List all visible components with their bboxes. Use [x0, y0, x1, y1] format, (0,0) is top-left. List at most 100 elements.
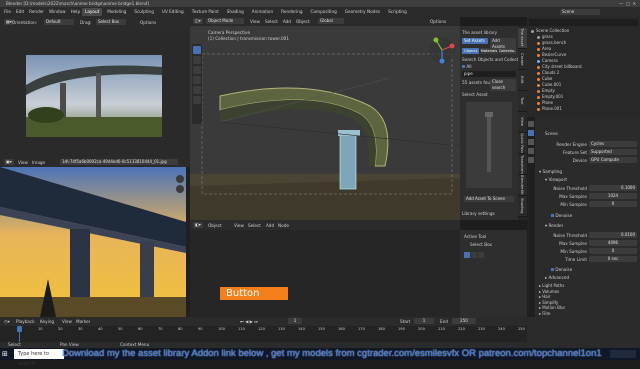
asset-tab-1[interactable]: Materials: [480, 48, 498, 54]
outliner-search-input[interactable]: [529, 19, 638, 26]
timeline-keying-menu[interactable]: Keying: [40, 319, 54, 324]
menu-window[interactable]: Window: [49, 9, 66, 15]
viewport-subsection[interactable]: ▾ Viewport: [545, 177, 567, 182]
asset-tab-2[interactable]: Collectio...: [498, 48, 516, 54]
node-editor-canvas[interactable]: [190, 230, 460, 317]
playback-controls[interactable]: ⏮ ◀ ▶ ⏭: [240, 319, 258, 324]
node-object-menu[interactable]: Object: [208, 223, 222, 228]
viewport-options[interactable]: Options: [430, 19, 446, 24]
window-controls[interactable]: — □ ✕: [619, 1, 636, 6]
time-limit-field[interactable]: 0 sec: [589, 256, 637, 262]
menu-file[interactable]: File: [4, 9, 11, 15]
workspace-tab-modeling[interactable]: Modeling: [104, 8, 129, 16]
left-select-box[interactable]: Select Box: [96, 19, 126, 25]
max-samples-field[interactable]: 1024: [589, 193, 637, 199]
render-engine-dropdown[interactable]: Cycles: [589, 141, 637, 147]
timeline-marker-menu[interactable]: Marker: [76, 319, 90, 324]
side-tab-1[interactable]: Create: [518, 49, 527, 70]
asset-preview-thumbnail[interactable]: [466, 102, 512, 188]
menu-help[interactable]: Help: [71, 9, 81, 15]
workspace-tab-animation[interactable]: Animation: [249, 8, 276, 16]
left-orientation-default[interactable]: Default: [44, 19, 74, 25]
outliner-item[interactable]: Plane.001: [531, 106, 638, 112]
sampling-section[interactable]: ▾ Sampling: [539, 169, 562, 174]
set-assets-button[interactable]: Set Assets: [462, 38, 488, 44]
viewport-menu-view[interactable]: View: [250, 19, 260, 24]
node-select-menu[interactable]: Select: [248, 223, 261, 228]
scene-selector[interactable]: Scene: [560, 9, 600, 15]
image-image-menu[interactable]: Image: [32, 160, 45, 165]
viewport-menu-object[interactable]: Object: [296, 19, 310, 24]
side-tab-3[interactable]: Tool: [518, 91, 527, 112]
workspace-tab-layout[interactable]: Layout: [82, 8, 103, 16]
3d-viewport[interactable]: Camera Perspective (1) Collection | tran…: [190, 26, 460, 220]
node-add-menu[interactable]: Add: [266, 223, 274, 228]
min-samples-field[interactable]: 0: [589, 201, 637, 207]
windows-start-icon[interactable]: ⊞: [2, 350, 10, 358]
device-dropdown[interactable]: GPU Compute: [589, 157, 637, 163]
cursor-tool-icon[interactable]: [193, 56, 201, 64]
side-tab-0[interactable]: The asset li..: [518, 28, 527, 49]
image-view-menu[interactable]: View: [18, 160, 28, 165]
render-min-samples-field[interactable]: 0: [589, 248, 637, 254]
node-editor-type[interactable]: ◧▾: [193, 222, 203, 228]
library-settings-label[interactable]: Library settings: [462, 211, 495, 216]
start-frame-field[interactable]: 1: [414, 318, 434, 324]
end-frame-field[interactable]: 250: [452, 318, 476, 324]
menu-render[interactable]: Render: [29, 9, 44, 15]
render-subsection[interactable]: ▾ Render: [545, 223, 563, 228]
side-tab-4[interactable]: View: [518, 112, 527, 133]
workspace-tab-rendering[interactable]: Rendering: [278, 8, 305, 16]
current-frame-field[interactable]: 1: [288, 318, 302, 324]
select-mode-icon[interactable]: [464, 252, 470, 258]
render-max-samples-field[interactable]: 4096: [589, 240, 637, 246]
noise-threshold-field[interactable]: 0.1000: [589, 185, 637, 191]
asset-all-checkbox[interactable]: All: [462, 64, 472, 69]
asset-tab-0[interactable]: Objects: [462, 48, 480, 54]
pan-hand-icon[interactable]: [176, 185, 184, 193]
render-tab-icon[interactable]: [528, 130, 534, 136]
viewport-editor-type[interactable]: ◫▾: [193, 18, 203, 24]
left-options[interactable]: Options: [140, 20, 156, 25]
taskbar-search[interactable]: Type here to search: [14, 349, 64, 367]
asset-search-input[interactable]: pipe: [462, 71, 516, 77]
active-tool-select-box[interactable]: Select Box: [470, 242, 492, 247]
navigation-gizmo-icon[interactable]: [428, 36, 456, 64]
extend-mode-icon[interactable]: [471, 252, 477, 258]
rotate-tool-icon[interactable]: [193, 76, 201, 84]
denoise-checkbox[interactable]: Denoise: [551, 213, 572, 218]
timeline-editor-type[interactable]: ◷▾: [4, 319, 10, 324]
advanced-subsection[interactable]: ▸ Advanced: [545, 275, 569, 280]
side-tab-8[interactable]: Shading: [518, 196, 527, 217]
zoom-icon[interactable]: [176, 175, 184, 183]
timeline-track[interactable]: 0102030405060708090100110120130140150160…: [0, 326, 527, 342]
transform-tool-icon[interactable]: [193, 96, 201, 104]
workspace-tab-geometry-nodes[interactable]: Geometry Nodes: [342, 8, 383, 16]
image-editor-type[interactable]: ▣▾: [4, 159, 14, 165]
overlay-button[interactable]: Button: [220, 287, 288, 300]
subtract-mode-icon[interactable]: [478, 252, 484, 258]
menu-edit[interactable]: Edit: [16, 9, 24, 15]
render-noise-threshold-field[interactable]: 0.0100: [589, 232, 637, 238]
timeline-playback-menu[interactable]: Playback: [16, 319, 35, 324]
tool-tab-icon[interactable]: [528, 121, 534, 127]
side-tab-5[interactable]: Quick Favo: [518, 133, 527, 154]
workspace-tab-shading[interactable]: Shading: [224, 8, 247, 16]
workspace-tab-scripting[interactable]: Scripting: [385, 8, 410, 16]
output-tab-icon[interactable]: [528, 139, 534, 145]
scene-tab-icon[interactable]: [528, 148, 534, 154]
side-tab-7[interactable]: BlenderKit: [518, 175, 527, 196]
node-view-menu[interactable]: View: [234, 223, 244, 228]
select-tool-icon[interactable]: [193, 46, 201, 54]
properties-section-film[interactable]: ▸ Film: [539, 311, 639, 317]
node-node-menu[interactable]: Node: [278, 223, 289, 228]
close-search-button[interactable]: Close search: [490, 79, 516, 91]
timeline-view-menu[interactable]: View: [62, 319, 72, 324]
viewport-menu-add[interactable]: Add: [283, 19, 291, 24]
add-asset-to-scene-button[interactable]: Add Asset To Scene: [464, 196, 514, 202]
scale-tool-icon[interactable]: [193, 86, 201, 94]
side-tab-2[interactable]: Edit: [518, 70, 527, 91]
viewport-menu-select[interactable]: Select: [265, 19, 278, 24]
render-denoise-checkbox[interactable]: Denoise: [551, 267, 572, 272]
side-tab-6[interactable]: Transform: [518, 154, 527, 175]
